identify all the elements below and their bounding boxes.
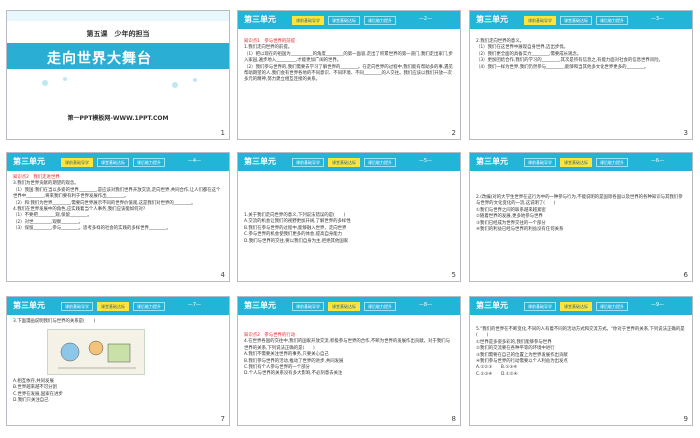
unit-label: 第三单元 (244, 15, 276, 24)
slide-header: 第三单元 课前基础导学 课堂基础达标 课后能力提升 —6— (470, 153, 692, 171)
tab-pre-class: 课前基础导学 (292, 16, 324, 25)
answer-option: D.个人与世界的关系没有多大影响,不必刻意去关注 (244, 371, 343, 377)
page-indicator: —9— (650, 302, 664, 308)
question-text: 2.(改编)对的大学生世界在这行为中的一种参与行为,不能说明的是国际各国以及世界… (476, 195, 683, 207)
tab-in-class: 课堂基础达标 (328, 16, 360, 25)
tab-in-class: 课堂基础达标 (328, 158, 360, 167)
answer-option: C.②③④ D.①②④ (476, 371, 518, 377)
page-indicator: —7— (187, 302, 201, 308)
unit-label: 第三单元 (476, 157, 508, 166)
slide-body: 3.下面漫画说明我们与世界的关系是( ) (13, 319, 223, 325)
page-indicator: —5— (418, 158, 432, 164)
slide-header: 第三单元 课前基础导学 课堂基础达标 课后能力提升 —9— (470, 297, 692, 315)
slide-number: 8 (451, 415, 456, 423)
unit-label: 第三单元 (13, 301, 45, 310)
slide-thumbnail-2[interactable]: 第三单元 课前基础导学 课堂基础达标 课后能力提升 —2— 知识点1 参与世界的… (237, 10, 461, 140)
slide-thumbnail-7[interactable]: 第三单元 课前基础导学 课堂基础达标 课后能力提升 —7— 3.下面漫画说明我们… (6, 296, 230, 426)
unit-label: 第三单元 (476, 301, 508, 310)
slide-body: 2.(改编)对的大学生世界在这行为中的一种参与行为,不能说明的是国际各国以及世界… (476, 195, 686, 233)
slide-number: 3 (683, 129, 688, 137)
slide-number: 5 (451, 271, 456, 279)
slide-number: 6 (683, 271, 688, 279)
slide-number: 2 (451, 129, 456, 137)
cartoon-icon (48, 330, 144, 374)
unit-label: 第三单元 (244, 301, 276, 310)
tab-in-class: 课堂基础达标 (97, 302, 129, 311)
cover-top-bar (7, 11, 229, 21)
answer-option: ④我们的利益已经与世界的利益没有任何关系 (476, 227, 564, 233)
slide-header: 第三单元 课前基础导学 课堂基础达标 课后能力提升 —5— (238, 153, 460, 171)
answer-option: D.我们只关注自己 (13, 398, 49, 404)
text-line: （4）我们一样为世界,我们仍然参与________,能够和当其他多文化世界更多的… (476, 64, 649, 70)
page-indicator: —6— (650, 158, 664, 164)
tab-after-class: 课后能力提升 (364, 302, 396, 311)
slide-thumbnail-4[interactable]: 第三单元 课前基础导学 课堂基础达标 课后能力提升 —4— 知识点2 我们走进世… (6, 152, 230, 282)
slide-thumbnail-8[interactable]: 第三单元 课前基础导学 课堂基础达标 课后能力提升 —8— 知识点2 参与世界的… (237, 296, 461, 426)
question-text: 5."我们的世界在不断变化,不同的人有着不同的活动方式和交流方式。"你对于世界的… (476, 327, 685, 339)
text-line: （3）保留________,参与________。思考多样的社会的实践的多样世界… (13, 226, 171, 232)
slide-header: 第三单元 课前基础导学 课堂基础达标 课后能力提升 —4— (7, 153, 229, 171)
text-line: （1）我国:我们在当以多姿的世界________,是应该对我们世界开放交流,走向… (13, 187, 221, 200)
tab-after-class: 课后能力提升 (596, 16, 628, 25)
tab-after-class: 课后能力提升 (596, 302, 628, 311)
slide-body: 知识点1 参与世界的前提 1.我们走向世界的前提。 （1）把以现在的祖国为___… (244, 39, 454, 84)
tab-after-class: 课后能力提升 (364, 158, 396, 167)
tab-in-class: 课堂基础达标 (560, 16, 592, 25)
tab-in-class: 课堂基础达标 (97, 158, 129, 167)
text-line: （2）我们参与世界的,我们需要去学习了解世界的________。在走向世界的过程… (244, 64, 453, 83)
tab-in-class: 课堂基础达标 (560, 302, 592, 311)
answer-option: D.我们与世界的交往,要以我们自身为主,拒绝其他国家 (244, 238, 349, 244)
slide-body: 2.我们走向世界的意义。 （1）我们在这世界中展现自身世界,迈出步伐。 （2）我… (476, 39, 686, 71)
slide-body: 5."我们的世界在不断变化,不同的人有着不同的活动方式和交流方式。"你对于世界的… (476, 327, 686, 378)
slide-header: 第三单元 课前基础导学 课堂基础达标 课后能力提升 —2— (238, 11, 460, 29)
unit-label: 第三单元 (13, 157, 45, 166)
text-line: （3）更加团结合作,我们的学习的________,其次是所有信息之,有能力面对社… (476, 58, 663, 64)
slide-number: 7 (220, 415, 225, 423)
tab-in-class: 课堂基础达标 (328, 302, 360, 311)
tab-pre-class: 课前基础导学 (61, 158, 93, 167)
tab-pre-class: 课前基础导学 (292, 302, 324, 311)
slide-number: 9 (683, 415, 688, 423)
cover-chapter-title: 第五课 少年的担当 (86, 30, 150, 38)
tab-pre-class: 课前基础导学 (524, 16, 556, 25)
tab-pre-class: 课前基础导学 (61, 302, 93, 311)
slide-header: 第三单元 课前基础导学 课堂基础达标 课后能力提升 —7— (7, 297, 229, 315)
tab-after-class: 课后能力提升 (364, 16, 396, 25)
question-text: 3.下面漫画说明我们与世界的关系是( ) (13, 319, 96, 324)
tab-in-class: 课堂基础达标 (560, 158, 592, 167)
cover-main-title: 走向世界大舞台 (47, 51, 152, 67)
unit-label: 第三单元 (476, 15, 508, 24)
tab-pre-class: 课前基础导学 (292, 158, 324, 167)
cover-decoration (42, 77, 197, 88)
cartoon-illustration (47, 329, 145, 375)
page-indicator: —3— (650, 16, 664, 22)
tab-after-class: 课后能力提升 (133, 158, 165, 167)
slide-thumbnail-1[interactable]: 第五课 少年的担当 走向世界大舞台 第一PPT模板网-WWW.1PPT.COM … (6, 10, 230, 140)
slide-body: 1.关于我们走向世界的意义,下列说法错误的是( ) A.交流的机会让我们的视野更… (244, 213, 454, 245)
unit-label: 第三单元 (244, 157, 276, 166)
tab-pre-class: 课前基础导学 (524, 158, 556, 167)
slide-number: 4 (220, 271, 225, 279)
tab-pre-class: 课前基础导学 (524, 302, 556, 311)
slide-body: 知识点2 我们走进世界 3.我们为世界贡献的期望的观念。 （1）我国:我们在当以… (13, 175, 223, 233)
slide-body: 知识点2 参与世界的行动 4.在世界各国的交往中,我们的国家开放交流,积极参与世… (244, 333, 454, 378)
options-block: A.相互依存,共同发展 B.世界越来越不可分割 C.世界在发展,国家在进步 D.… (13, 379, 223, 405)
slide-thumbnail-5[interactable]: 第三单元 课前基础导学 课堂基础达标 课后能力提升 —5— 1.关于我们走向世界… (237, 152, 461, 282)
cover-source-text: 第一PPT模板网-WWW.1PPT.COM (67, 115, 169, 122)
slide-header: 第三单元 课前基础导学 课堂基础达标 课后能力提升 —8— (238, 297, 460, 315)
slide-thumbnail-3[interactable]: 第三单元 课前基础导学 课堂基础达标 课后能力提升 —3— 2.我们走向世界的意… (469, 10, 693, 140)
tab-after-class: 课后能力提升 (596, 158, 628, 167)
slide-thumbnail-6[interactable]: 第三单元 课前基础导学 课堂基础达标 课后能力提升 —6— 2.(改编)对的大学… (469, 152, 693, 282)
slide-thumbnail-9[interactable]: 第三单元 课前基础导学 课堂基础达标 课后能力提升 —9— 5."我们的世界在不… (469, 296, 693, 426)
question-text: 4.在世界各国的交往中,我们的国家开放交流,积极参与世界的合作,不断为世界的发展… (244, 339, 450, 351)
page-indicator: —8— (418, 302, 432, 308)
slide-number: 1 (220, 129, 225, 137)
slide-header: 第三单元 课前基础导学 课堂基础达标 课后能力提升 —3— (470, 11, 692, 29)
tab-after-class: 课后能力提升 (133, 302, 165, 311)
page-indicator: —2— (418, 16, 432, 22)
text-line: （1）把以现在的祖国为__________的角度________的第一面容,走出… (244, 51, 453, 64)
page-indicator: —4— (187, 158, 201, 164)
